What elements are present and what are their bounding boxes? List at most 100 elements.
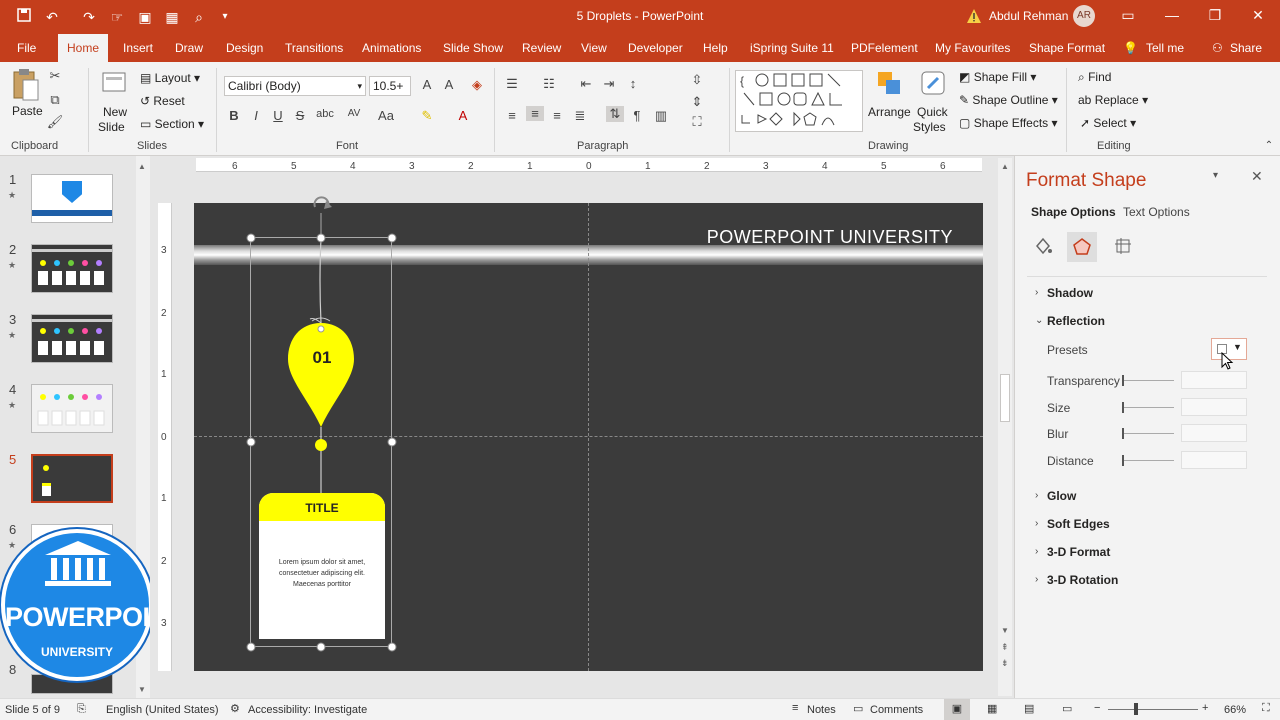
align-center-icon[interactable]: ≡ bbox=[526, 106, 544, 121]
restore-icon[interactable]: ❐ bbox=[1205, 7, 1225, 24]
distance-slider[interactable] bbox=[1122, 455, 1174, 466]
tab-insert[interactable]: Insert bbox=[123, 41, 153, 55]
tab-shape-options[interactable]: Shape Options bbox=[1031, 205, 1116, 219]
pane-options-icon[interactable]: ▾ bbox=[1213, 170, 1218, 181]
strikethrough-abc-icon[interactable]: abc bbox=[316, 108, 334, 120]
close-pane-icon[interactable]: ✕ bbox=[1251, 168, 1263, 185]
align-text-icon[interactable]: ⇕ bbox=[688, 94, 706, 110]
paragraph-mark-icon[interactable]: ¶ bbox=[628, 108, 646, 123]
tab-draw[interactable]: Draw bbox=[175, 41, 203, 55]
paste-icon[interactable] bbox=[12, 68, 40, 102]
share-button[interactable]: Share bbox=[1230, 41, 1262, 55]
prev-slide-icon[interactable]: ⇞ bbox=[1001, 642, 1009, 653]
tab-ispring[interactable]: iSpring Suite 11 bbox=[750, 41, 834, 55]
avatar[interactable]: AR bbox=[1073, 5, 1095, 27]
highlight-icon[interactable]: ✎ bbox=[418, 108, 436, 124]
bullets-icon[interactable]: ☰ bbox=[503, 76, 521, 92]
grow-font-icon[interactable]: A bbox=[418, 77, 436, 92]
section-soft-edges[interactable]: Soft Edges bbox=[1047, 517, 1110, 531]
section-3d-rotation[interactable]: 3-D Rotation bbox=[1047, 573, 1118, 587]
transparency-slider[interactable] bbox=[1122, 375, 1174, 386]
paste-button[interactable]: Paste bbox=[12, 104, 43, 118]
align-left-icon[interactable]: ≡ bbox=[503, 108, 521, 123]
quick-styles-label-1[interactable]: Quick bbox=[917, 105, 948, 119]
tab-review[interactable]: Review bbox=[522, 41, 561, 55]
expand-soft-edges-icon[interactable]: › bbox=[1035, 518, 1038, 529]
tab-transitions[interactable]: Transitions bbox=[285, 41, 343, 55]
section-3d-format[interactable]: 3-D Format bbox=[1047, 545, 1110, 559]
slide-thumbnail-4[interactable] bbox=[31, 384, 113, 433]
scroll-up-icon[interactable]: ▲ bbox=[138, 162, 146, 171]
fit-to-window-icon[interactable]: ⛶ bbox=[1262, 702, 1270, 715]
tab-file[interactable]: File bbox=[17, 41, 36, 55]
tab-view[interactable]: View bbox=[581, 41, 607, 55]
shapes-gallery[interactable]: { bbox=[735, 70, 863, 132]
expand-shadow-icon[interactable]: › bbox=[1035, 287, 1038, 298]
tab-slide-show[interactable]: Slide Show bbox=[443, 41, 503, 55]
format-painter-icon[interactable]: 🖌 bbox=[46, 114, 64, 130]
slide-thumbnail-3[interactable] bbox=[31, 314, 113, 363]
bold-icon[interactable]: B bbox=[225, 108, 243, 123]
columns-icon[interactable]: ▥ bbox=[652, 108, 670, 124]
increase-indent-icon[interactable]: ⇥ bbox=[600, 76, 618, 92]
align-right-icon[interactable]: ≡ bbox=[548, 108, 566, 123]
new-slide-icon[interactable] bbox=[101, 70, 127, 96]
expand-3d-rotation-icon[interactable]: › bbox=[1035, 574, 1038, 585]
clear-formatting-icon[interactable]: ◈ bbox=[468, 77, 486, 93]
tab-developer[interactable]: Developer bbox=[628, 41, 683, 55]
section-reflection[interactable]: Reflection bbox=[1047, 314, 1105, 328]
zoom-level[interactable]: 66% bbox=[1224, 704, 1246, 716]
fill-line-icon[interactable] bbox=[1033, 236, 1053, 256]
decrease-indent-icon[interactable]: ⇤ bbox=[577, 76, 595, 92]
size-properties-icon[interactable] bbox=[1113, 236, 1133, 256]
slide-thumbnail-5[interactable] bbox=[31, 454, 113, 503]
blur-slider[interactable] bbox=[1122, 428, 1174, 439]
collapse-reflection-icon[interactable]: ⌄ bbox=[1035, 315, 1043, 326]
zoom-slider[interactable] bbox=[1108, 703, 1198, 715]
replace-button[interactable]: ab Replace ▾ bbox=[1078, 93, 1148, 107]
cut-icon[interactable]: ✂ bbox=[46, 68, 64, 84]
tab-text-options[interactable]: Text Options bbox=[1123, 205, 1190, 219]
change-case-icon[interactable]: Aa bbox=[377, 108, 395, 123]
tab-animations[interactable]: Animations bbox=[362, 41, 421, 55]
blur-spinner[interactable] bbox=[1181, 424, 1247, 442]
tab-design[interactable]: Design bbox=[226, 41, 263, 55]
tell-me[interactable]: Tell me bbox=[1146, 41, 1184, 55]
tab-help[interactable]: Help bbox=[703, 41, 728, 55]
scroll-down-icon[interactable]: ▼ bbox=[1001, 626, 1009, 635]
smartart-icon[interactable]: ⛶ bbox=[688, 114, 706, 130]
font-name-combo[interactable]: Calibri (Body) ▾ bbox=[224, 76, 366, 96]
expand-3d-format-icon[interactable]: › bbox=[1035, 546, 1038, 557]
size-slider[interactable] bbox=[1122, 402, 1174, 413]
shape-fill-button[interactable]: ◩ Shape Fill ▾ bbox=[959, 70, 1036, 84]
select-button[interactable]: ➚ Select ▾ bbox=[1080, 116, 1136, 130]
warning-icon[interactable] bbox=[966, 8, 982, 24]
shape-effects-button[interactable]: ▢ Shape Effects ▾ bbox=[959, 116, 1058, 130]
expand-glow-icon[interactable]: › bbox=[1035, 490, 1038, 501]
close-window-icon[interactable]: ✕ bbox=[1248, 7, 1268, 24]
size-spinner[interactable] bbox=[1181, 398, 1247, 416]
underline-icon[interactable]: U bbox=[269, 108, 287, 123]
section-shadow[interactable]: Shadow bbox=[1047, 286, 1093, 300]
text-direction-menu-icon[interactable]: ⇳ bbox=[688, 72, 706, 88]
reset-button[interactable]: ↺ Reset bbox=[140, 94, 185, 108]
ribbon-display-icon[interactable]: ▭ bbox=[1118, 7, 1138, 24]
scroll-thumb[interactable] bbox=[1000, 374, 1010, 422]
justify-icon[interactable]: ≣ bbox=[571, 108, 589, 124]
char-spacing-icon[interactable]: AV bbox=[345, 108, 363, 119]
slide-thumbnail-2[interactable] bbox=[31, 244, 113, 293]
selection-handles[interactable] bbox=[244, 193, 400, 655]
vertical-guide[interactable] bbox=[588, 203, 589, 671]
tab-home[interactable]: Home bbox=[58, 34, 108, 62]
tab-pdfelement[interactable]: PDFelement bbox=[851, 41, 918, 55]
transparency-spinner[interactable] bbox=[1181, 371, 1247, 389]
collapse-ribbon-icon[interactable]: ⌃ bbox=[1260, 140, 1278, 151]
arrange-icon[interactable] bbox=[876, 70, 902, 96]
new-slide-label-2[interactable]: Slide bbox=[98, 120, 125, 134]
next-slide-icon[interactable]: ⇟ bbox=[1001, 658, 1009, 669]
slide-thumbnail-1[interactable] bbox=[31, 174, 113, 223]
italic-icon[interactable]: I bbox=[247, 108, 265, 123]
text-direction-icon[interactable]: ⇅ bbox=[606, 106, 624, 122]
strikethrough-icon[interactable]: S bbox=[291, 108, 309, 123]
find-button[interactable]: ⌕ Find bbox=[1078, 70, 1111, 85]
